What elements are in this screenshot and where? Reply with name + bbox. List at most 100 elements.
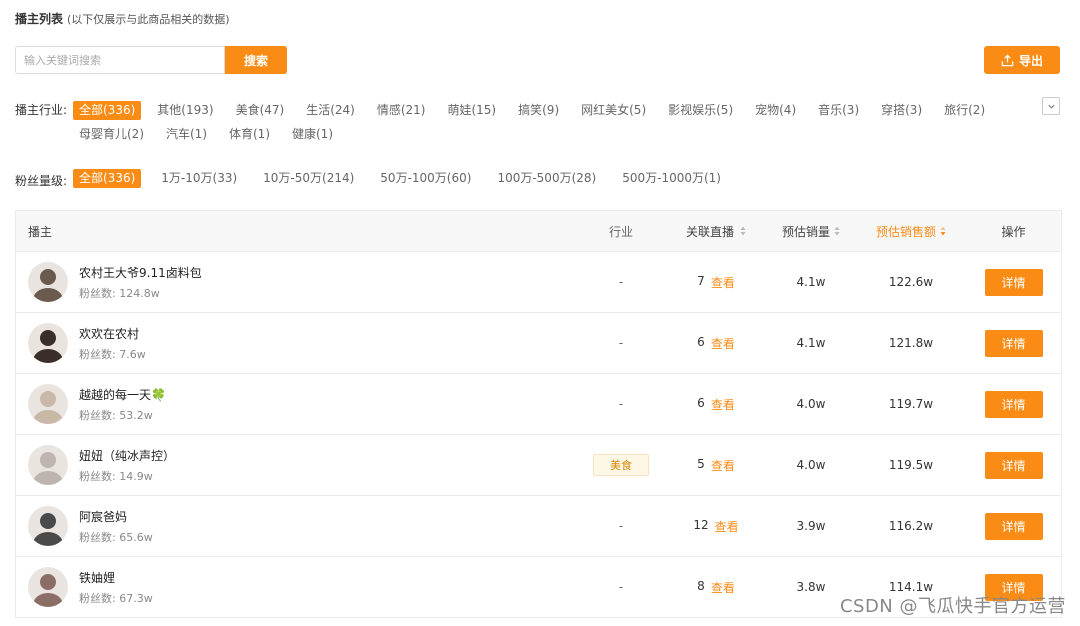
detail-button[interactable]: 详情 bbox=[984, 268, 1043, 296]
sales-cell: 119.7w bbox=[888, 397, 934, 411]
streamer-name[interactable]: 阿宸爸妈 bbox=[79, 508, 153, 525]
industry-chip-row: 母婴育儿(2) 汽车(1) 体育(1) 健康(1) bbox=[73, 122, 1033, 146]
live-count: 5 bbox=[697, 456, 705, 471]
col-sales-label: 预估销售额 bbox=[875, 224, 936, 239]
industry-cell: - bbox=[576, 580, 666, 594]
streamer-fans: 粉丝数: 14.9w bbox=[79, 469, 153, 483]
streamer-fans: 粉丝数: 124.8w bbox=[79, 286, 160, 300]
export-icon bbox=[1001, 53, 1014, 66]
streamer-cell: 妞妞（纯冰声控） 粉丝数: 14.9w bbox=[16, 445, 576, 485]
industry-chip[interactable]: 影视娱乐(5) bbox=[662, 101, 739, 120]
live-cell: 5 查看 bbox=[666, 457, 766, 474]
detail-button[interactable]: 详情 bbox=[984, 512, 1043, 540]
industry-chip[interactable]: 穿搭(3) bbox=[875, 101, 928, 120]
avatar-image bbox=[28, 262, 68, 302]
industry-chip[interactable]: 健康(1) bbox=[286, 125, 339, 144]
col-live-label: 关联直播 bbox=[685, 224, 734, 239]
streamer-name[interactable]: 欢欢在农村 bbox=[79, 325, 146, 342]
industry-tag: 美食 bbox=[593, 454, 649, 476]
op-cell: 详情 bbox=[966, 451, 1061, 479]
avatar[interactable] bbox=[28, 262, 68, 302]
view-link[interactable]: 查看 bbox=[711, 274, 735, 291]
fans-chip[interactable]: 500万-1000万(1) bbox=[616, 169, 727, 188]
view-link[interactable]: 查看 bbox=[711, 396, 735, 413]
table-row: 阿宸爸妈 粉丝数: 65.6w - 12 查看 3.9w 116.2w 详情 bbox=[16, 496, 1061, 557]
streamer-cell: 越越的每一天🍀 粉丝数: 53.2w bbox=[16, 384, 576, 424]
col-sales-sortable[interactable]: 预估销售额 bbox=[856, 223, 966, 240]
view-link[interactable]: 查看 bbox=[711, 335, 735, 352]
col-live-sortable[interactable]: 关联直播 bbox=[666, 223, 766, 240]
fans-chip[interactable]: 全部(336) bbox=[73, 169, 142, 188]
table-row: 农村王大爷9.11卤料包 粉丝数: 124.8w - 7 查看 4.1w 122.6w 详情 bbox=[16, 252, 1061, 313]
streamer-info: 农村王大爷9.11卤料包 粉丝数: 124.8w bbox=[79, 264, 202, 301]
industry-chip[interactable]: 美食(47) bbox=[230, 101, 291, 120]
industry-chip[interactable]: 音乐(3) bbox=[812, 101, 865, 120]
industry-value: - bbox=[618, 519, 624, 533]
detail-button[interactable]: 详情 bbox=[984, 390, 1043, 418]
industry-chip[interactable]: 汽车(1) bbox=[160, 125, 213, 144]
streamer-name[interactable]: 妞妞（纯冰声控） bbox=[79, 447, 175, 464]
industry-chip[interactable]: 宠物(4) bbox=[749, 101, 802, 120]
volume-cell: 4.1w bbox=[796, 275, 826, 289]
streamer-info: 越越的每一天🍀 粉丝数: 53.2w bbox=[79, 386, 166, 423]
industry-value: - bbox=[618, 580, 624, 594]
fans-chip[interactable]: 50万-100万(60) bbox=[374, 169, 477, 188]
col-volume-sortable[interactable]: 预估销量 bbox=[766, 223, 856, 240]
industry-cell: 美食 bbox=[576, 454, 666, 476]
avatar[interactable] bbox=[28, 506, 68, 546]
view-link[interactable]: 查看 bbox=[711, 457, 735, 474]
view-link[interactable]: 查看 bbox=[711, 579, 735, 596]
avatar[interactable] bbox=[28, 323, 68, 363]
view-link[interactable]: 查看 bbox=[715, 518, 739, 535]
industry-chip[interactable]: 全部(336) bbox=[73, 100, 142, 120]
fans-chip[interactable]: 10万-50万(214) bbox=[257, 169, 360, 188]
streamer-cell: 铁妯娌 粉丝数: 67.3w bbox=[16, 567, 576, 607]
industry-chip[interactable]: 萌娃(15) bbox=[441, 101, 502, 120]
industry-value: - bbox=[618, 275, 624, 289]
table-row: 妞妞（纯冰声控） 粉丝数: 14.9w 美食 5 查看 4.0w 119.5w 详情 bbox=[16, 435, 1061, 496]
industry-cell: - bbox=[576, 336, 666, 350]
streamer-info: 欢欢在农村 粉丝数: 7.6w bbox=[79, 325, 146, 362]
industry-chip[interactable]: 母婴育儿(2) bbox=[73, 125, 150, 144]
industry-chip[interactable]: 搞笑(9) bbox=[512, 101, 565, 120]
sales-cell: 121.8w bbox=[888, 336, 934, 350]
search-input[interactable] bbox=[15, 46, 225, 74]
industry-chip[interactable]: 网红美女(5) bbox=[575, 101, 652, 120]
streamer-name[interactable]: 越越的每一天🍀 bbox=[79, 386, 166, 403]
avatar-image bbox=[28, 384, 68, 424]
sales-cell: 116.2w bbox=[888, 519, 934, 533]
streamer-info: 铁妯娌 粉丝数: 67.3w bbox=[79, 569, 153, 606]
live-cell: 6 查看 bbox=[666, 335, 766, 352]
industry-value: - bbox=[618, 336, 624, 350]
streamer-info: 阿宸爸妈 粉丝数: 65.6w bbox=[79, 508, 153, 545]
fans-chip[interactable]: 100万-500万(28) bbox=[491, 169, 602, 188]
detail-button[interactable]: 详情 bbox=[984, 329, 1043, 357]
detail-button[interactable]: 详情 bbox=[984, 451, 1043, 479]
fans-filter: 全部(336) 1万-10万(33) 10万-50万(214) 50万-100万(60… bbox=[73, 169, 741, 188]
col-industry: 行业 bbox=[608, 224, 633, 239]
streamer-name[interactable]: 铁妯娌 bbox=[79, 569, 153, 586]
industry-chip[interactable]: 情感(21) bbox=[371, 101, 432, 120]
industry-cell: - bbox=[576, 397, 666, 411]
industry-chip[interactable]: 生活(24) bbox=[300, 101, 361, 120]
avatar[interactable] bbox=[28, 445, 68, 485]
industry-chip[interactable]: 旅行(2) bbox=[938, 101, 991, 120]
avatar[interactable] bbox=[28, 567, 68, 607]
industry-chip[interactable]: 体育(1) bbox=[223, 125, 276, 144]
avatar[interactable] bbox=[28, 384, 68, 424]
page-subtitle: (以下仅展示与此商品相关的数据) bbox=[67, 13, 230, 26]
op-cell: 详情 bbox=[966, 512, 1061, 540]
industry-cell: - bbox=[576, 275, 666, 289]
streamer-info: 妞妞（纯冰声控） 粉丝数: 14.9w bbox=[79, 447, 175, 484]
col-op: 操作 bbox=[1001, 224, 1026, 239]
page-title-text: 播主列表 bbox=[15, 12, 64, 26]
streamer-cell: 农村王大爷9.11卤料包 粉丝数: 124.8w bbox=[16, 262, 576, 302]
col-volume-label: 预估销量 bbox=[781, 224, 830, 239]
avatar-image bbox=[28, 323, 68, 363]
fans-chip[interactable]: 1万-10万(33) bbox=[155, 169, 243, 188]
search-button[interactable]: 搜索 bbox=[225, 46, 287, 74]
industry-chip[interactable]: 其他(193) bbox=[151, 101, 219, 120]
streamer-name[interactable]: 农村王大爷9.11卤料包 bbox=[79, 264, 202, 281]
collapse-toggle[interactable] bbox=[1042, 97, 1060, 115]
export-button[interactable]: 导出 bbox=[984, 46, 1060, 74]
